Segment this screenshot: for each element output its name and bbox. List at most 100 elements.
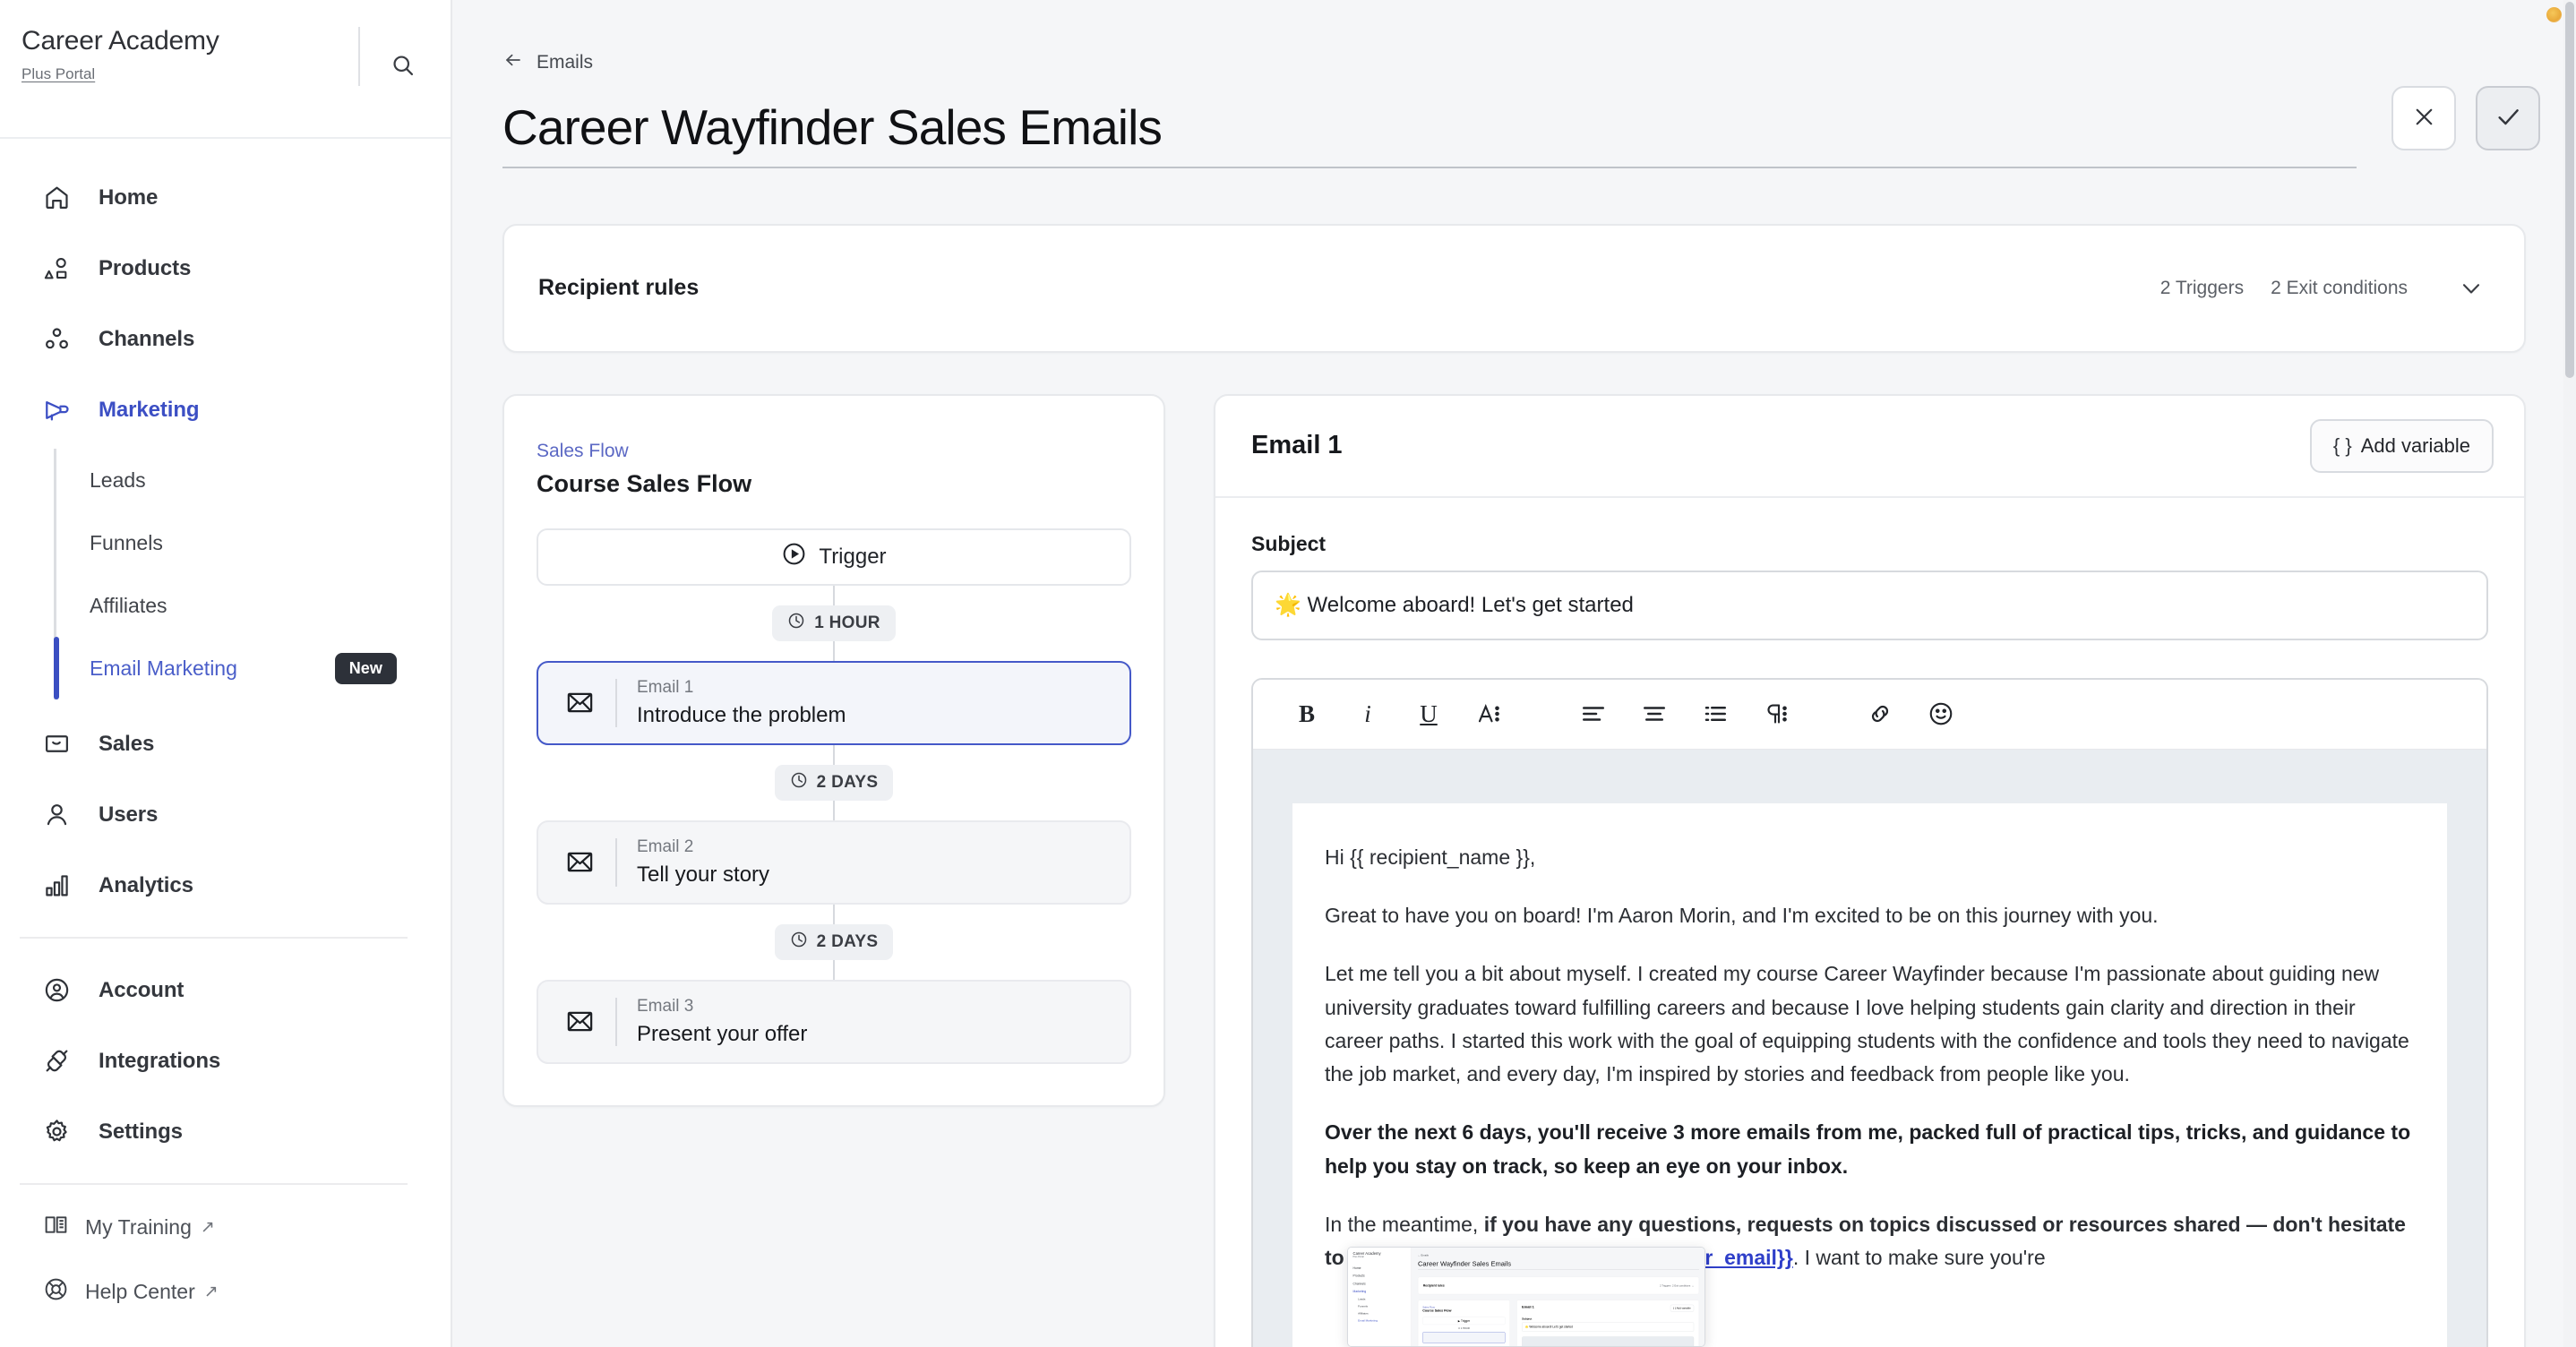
paragraph-icon[interactable] (1746, 689, 1807, 739)
plug-icon (43, 1043, 82, 1079)
bold-icon[interactable]: B (1276, 689, 1337, 739)
page-title-row: Career Wayfinder Sales Emails (502, 101, 2526, 168)
sidebar-item-label: Settings (99, 1119, 183, 1144)
email-paragraph: Over the next 6 days, you'll receive 3 m… (1325, 1120, 2411, 1178)
align-left-icon[interactable] (1563, 689, 1624, 739)
subnav-label: Affiliates (90, 593, 167, 617)
clock-icon (787, 612, 805, 635)
sidebar-item-marketing[interactable]: Marketing (0, 374, 451, 445)
underline-icon[interactable]: U (1398, 689, 1459, 739)
delay-label: 2 DAYS (816, 772, 879, 792)
email-editor-panel: Email 1 { } Add variable Subject B i U (1214, 393, 2526, 1347)
breadcrumb[interactable]: Emails (502, 49, 593, 75)
save-confirm-button[interactable] (2476, 86, 2540, 150)
editor-header: Email 1 { } Add variable (1215, 396, 2524, 498)
external-link-icon: ↗ (200, 1217, 215, 1237)
page-title[interactable]: Career Wayfinder Sales Emails (502, 101, 2357, 168)
envelope-icon (565, 847, 612, 877)
scrollbar-track[interactable] (2563, 0, 2576, 1347)
delay-chip[interactable]: 2 DAYS (774, 764, 894, 801)
delay-chip[interactable]: 1 HOUR (772, 605, 896, 641)
search-icon[interactable] (376, 43, 430, 88)
sidebar: Career Academy Plus Portal Home Products… (0, 0, 452, 1347)
sidebar-item-label: Products (99, 255, 192, 280)
email-text-part: . I want to make sure you're (1792, 1246, 2046, 1269)
flow-nodes: Trigger 1 HOUR Email 1 Introduce the pro… (537, 528, 1131, 1064)
check-icon (2494, 103, 2522, 133)
sidebar-item-channels[interactable]: Channels (0, 304, 451, 374)
creator-email-variable-link[interactable]: {{creator_email}} (1627, 1246, 1792, 1269)
flow-email-node-3[interactable]: Email 3 Present your offer (537, 979, 1131, 1064)
header-actions (2391, 86, 2540, 150)
font-style-icon[interactable] (1459, 689, 1520, 739)
shapes-icon (43, 251, 82, 287)
delay-chip[interactable]: 2 DAYS (774, 923, 894, 960)
sidebar-divider (20, 937, 408, 939)
delay-label: 2 DAYS (816, 931, 879, 951)
envelope-icon (565, 1007, 612, 1036)
flow-email-node-1[interactable]: Email 1 Introduce the problem (537, 660, 1131, 745)
footer-item-label: Help Center (85, 1279, 195, 1303)
ordered-list-icon[interactable] (1685, 689, 1746, 739)
editor-body: Subject B i U (1215, 498, 2524, 1347)
sidebar-item-settings[interactable]: Settings (0, 1096, 451, 1167)
sidebar-item-label: Home (99, 184, 159, 210)
flow-email-title: Tell your story (637, 862, 770, 887)
close-button[interactable] (2391, 86, 2456, 150)
editor-canvas[interactable]: Hi {{ recipient_name }}, Great to have y… (1253, 749, 2486, 1347)
node-divider (615, 837, 617, 887)
rich-text-editor: B i U Hi {{recipient_name}}, Great to … (1251, 677, 2488, 1347)
recipient-rules-panel[interactable]: Recipient rules 2 Triggers 2 Exit condit… (502, 223, 2526, 353)
emoji-icon[interactable] (1911, 689, 1971, 739)
main-content: Emails Career Wayfinder Sales Emails Rec… (452, 0, 2576, 1347)
italic-icon[interactable]: i (1337, 689, 1398, 739)
subject-input[interactable] (1251, 570, 2488, 640)
add-variable-label: Add variable (2360, 433, 2470, 457)
sidebar-item-analytics[interactable]: Analytics (0, 850, 451, 921)
play-circle-icon (781, 541, 807, 573)
link-icon[interactable] (1850, 689, 1911, 739)
flow-email-node-2[interactable]: Email 2 Tell your story (537, 819, 1131, 905)
exit-conditions-count: 2 Exit conditions (2271, 277, 2408, 298)
braces-icon: { } (2332, 433, 2352, 457)
email-paragraph: Let me tell you a bit about myself. I cr… (1325, 962, 2409, 1085)
sidebar-item-help-center[interactable]: Help Center ↗ (0, 1259, 451, 1324)
add-variable-button[interactable]: { } Add variable (2309, 418, 2494, 473)
sidebar-item-my-training[interactable]: My Training ↗ (0, 1195, 451, 1259)
bar-chart-icon (43, 868, 82, 904)
flow-delay-3: 2 DAYS (537, 904, 1131, 980)
editor-title: Email 1 (1251, 431, 1343, 460)
book-icon (43, 1212, 69, 1242)
node-divider (615, 678, 617, 727)
flow-name: Course Sales Flow (537, 469, 752, 497)
sidebar-item-leads[interactable]: Leads (54, 449, 451, 511)
flow-email-index: Email 2 (637, 837, 694, 856)
sidebar-item-users[interactable]: Users (0, 779, 451, 850)
flow-trigger-label: Trigger (819, 544, 887, 569)
scrollbar-thumb[interactable] (2565, 2, 2574, 378)
flow-trigger-node[interactable]: Trigger (537, 528, 1131, 586)
flow-email-index: Email 1 (637, 677, 694, 697)
sidebar-item-products[interactable]: Products (0, 233, 451, 304)
sidebar-item-email-marketing[interactable]: Email Marketing New (54, 637, 451, 699)
align-center-icon[interactable] (1624, 689, 1685, 739)
sidebar-item-integrations[interactable]: Integrations (0, 1025, 451, 1096)
sidebar-item-home[interactable]: Home (0, 162, 451, 233)
envelope-icon (565, 688, 612, 717)
sidebar-item-account[interactable]: Account (0, 955, 451, 1025)
flow-email-index: Email 3 (637, 996, 694, 1016)
sidebar-item-funnels[interactable]: Funnels (54, 511, 451, 574)
sidebar-brand: Career Academy Plus Portal (0, 0, 451, 139)
sidebar-item-label: Marketing (99, 397, 200, 422)
delay-label: 1 HOUR (814, 613, 880, 632)
sidebar-item-sales[interactable]: Sales (0, 708, 451, 779)
flow-email-title: Introduce the problem (637, 702, 846, 727)
sidebar-item-affiliates[interactable]: Affiliates (54, 574, 451, 637)
email-body-sheet[interactable]: Hi {{ recipient_name }}, Great to have y… (1292, 802, 2447, 1347)
flow-email-node-text: Email 3 Present your offer (637, 997, 807, 1047)
sidebar-item-label: Account (99, 977, 185, 1002)
chevron-down-icon[interactable] (2458, 275, 2485, 302)
envelope-icon (43, 726, 82, 762)
subnav-label: Leads (90, 468, 146, 492)
brand-subtitle-link[interactable]: Plus Portal (21, 65, 95, 83)
